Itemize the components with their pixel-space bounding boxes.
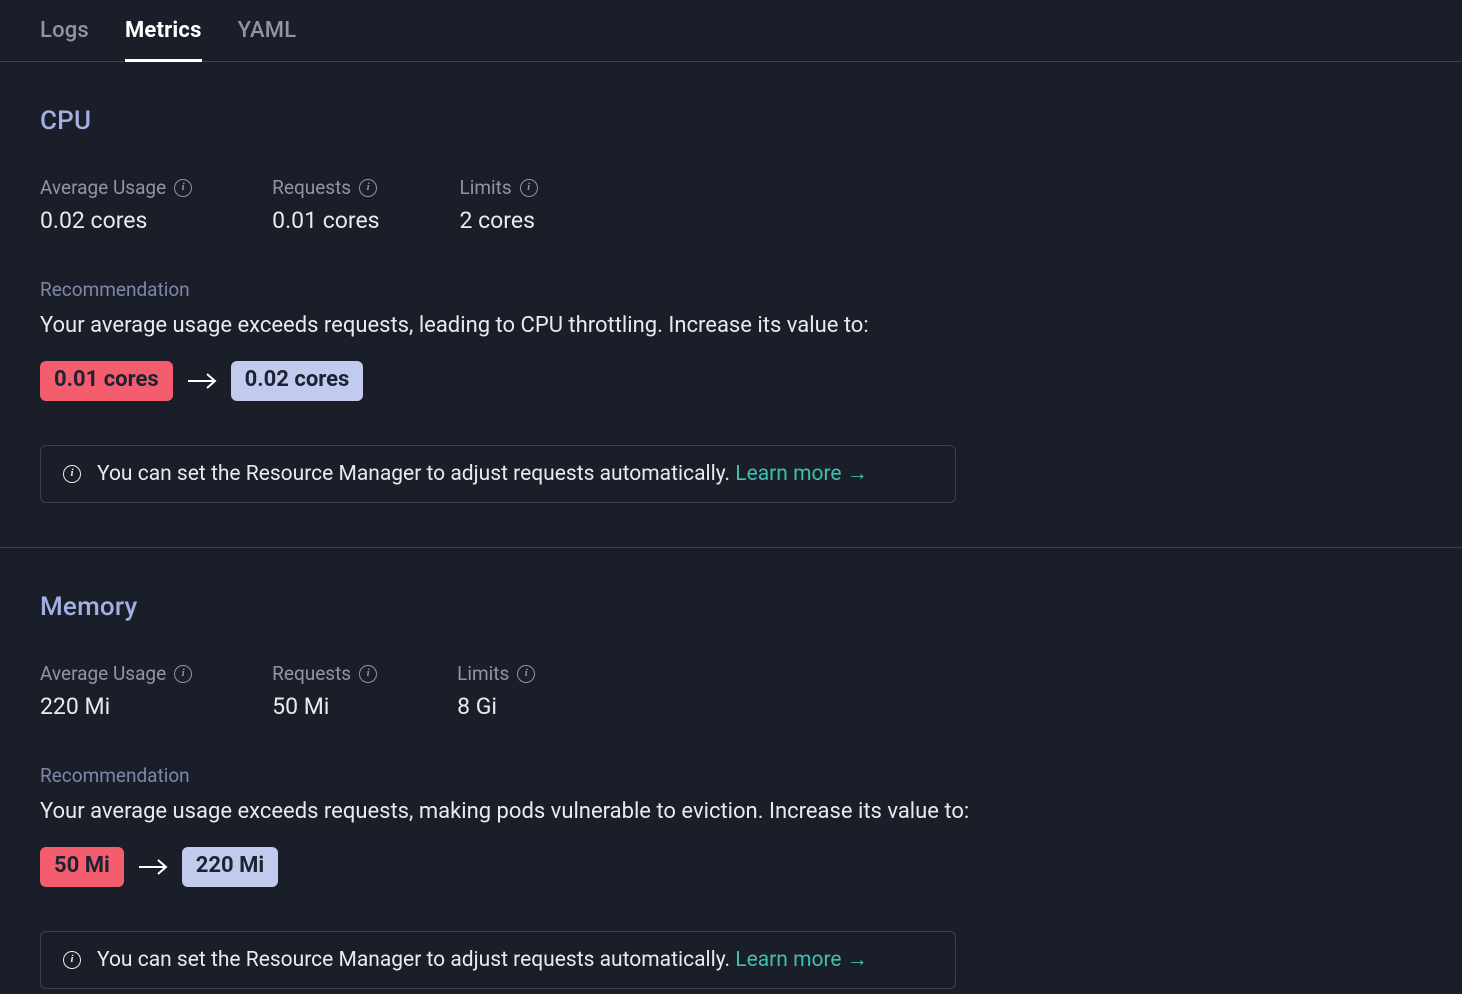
memory-to-value-pill: 220 Mi bbox=[182, 847, 278, 887]
memory-callout-text: You can set the Resource Manager to adju… bbox=[97, 948, 868, 972]
cpu-requests-label: Requests i bbox=[272, 176, 379, 199]
cpu-to-value-pill: 0.02 cores bbox=[231, 361, 364, 401]
limits-label-text: Limits bbox=[460, 176, 512, 199]
cpu-limits-stat: Limits i 2 cores bbox=[460, 176, 538, 234]
cpu-avg-usage-value: 0.02 cores bbox=[40, 207, 192, 234]
cpu-heading: CPU bbox=[40, 106, 1422, 136]
cpu-requests-stat: Requests i 0.01 cores bbox=[272, 176, 379, 234]
memory-callout-box: i You can set the Resource Manager to ad… bbox=[40, 931, 956, 989]
limits-label-text: Limits bbox=[457, 662, 509, 685]
memory-recommendation-text: Your average usage exceeds requests, mak… bbox=[40, 797, 1422, 827]
avg-usage-label-text: Average Usage bbox=[40, 176, 166, 199]
memory-stats-row: Average Usage i 220 Mi Requests i 50 Mi … bbox=[40, 662, 1422, 720]
learn-more-link[interactable]: Learn more → bbox=[735, 948, 867, 972]
memory-heading: Memory bbox=[40, 592, 1422, 622]
cpu-avg-usage-stat: Average Usage i 0.02 cores bbox=[40, 176, 192, 234]
memory-recommendation-pills: 50 Mi 220 Mi bbox=[40, 847, 1422, 887]
callout-message: You can set the Resource Manager to adju… bbox=[97, 462, 730, 486]
info-icon[interactable]: i bbox=[517, 665, 535, 683]
cpu-limits-value: 2 cores bbox=[460, 207, 538, 234]
info-icon: i bbox=[63, 465, 81, 483]
requests-label-text: Requests bbox=[272, 662, 351, 685]
memory-limits-label: Limits i bbox=[457, 662, 535, 685]
cpu-recommendation-pills: 0.01 cores 0.02 cores bbox=[40, 361, 1422, 401]
info-icon[interactable]: i bbox=[520, 179, 538, 197]
avg-usage-label-text: Average Usage bbox=[40, 662, 166, 685]
cpu-stats-row: Average Usage i 0.02 cores Requests i 0.… bbox=[40, 176, 1422, 234]
memory-from-value-pill: 50 Mi bbox=[40, 847, 124, 887]
memory-requests-stat: Requests i 50 Mi bbox=[272, 662, 377, 720]
cpu-section: CPU Average Usage i 0.02 cores Requests … bbox=[0, 62, 1462, 547]
memory-recommendation-heading: Recommendation bbox=[40, 764, 1422, 787]
cpu-callout-text: You can set the Resource Manager to adju… bbox=[97, 462, 868, 486]
memory-avg-usage-stat: Average Usage i 220 Mi bbox=[40, 662, 192, 720]
cpu-recommendation-heading: Recommendation bbox=[40, 278, 1422, 301]
learn-more-link[interactable]: Learn more → bbox=[735, 462, 867, 486]
info-icon[interactable]: i bbox=[359, 665, 377, 683]
memory-requests-value: 50 Mi bbox=[272, 693, 377, 720]
tabs-bar: Logs Metrics YAML bbox=[0, 0, 1462, 62]
info-icon: i bbox=[63, 951, 81, 969]
cpu-recommendation-text: Your average usage exceeds requests, lea… bbox=[40, 311, 1422, 341]
info-icon[interactable]: i bbox=[174, 179, 192, 197]
tab-logs[interactable]: Logs bbox=[40, 18, 89, 62]
arrow-right-icon bbox=[138, 859, 168, 875]
cpu-requests-value: 0.01 cores bbox=[272, 207, 379, 234]
cpu-avg-usage-label: Average Usage i bbox=[40, 176, 192, 199]
requests-label-text: Requests bbox=[272, 176, 351, 199]
memory-limits-stat: Limits i 8 Gi bbox=[457, 662, 535, 720]
memory-limits-value: 8 Gi bbox=[457, 693, 535, 720]
memory-requests-label: Requests i bbox=[272, 662, 377, 685]
tab-yaml[interactable]: YAML bbox=[238, 18, 297, 62]
cpu-limits-label: Limits i bbox=[460, 176, 538, 199]
cpu-callout-box: i You can set the Resource Manager to ad… bbox=[40, 445, 956, 503]
tab-metrics[interactable]: Metrics bbox=[125, 18, 202, 62]
info-icon[interactable]: i bbox=[359, 179, 377, 197]
memory-avg-usage-value: 220 Mi bbox=[40, 693, 192, 720]
arrow-right-icon bbox=[187, 373, 217, 389]
cpu-from-value-pill: 0.01 cores bbox=[40, 361, 173, 401]
memory-section: Memory Average Usage i 220 Mi Requests i… bbox=[0, 547, 1462, 994]
memory-avg-usage-label: Average Usage i bbox=[40, 662, 192, 685]
info-icon[interactable]: i bbox=[174, 665, 192, 683]
callout-message: You can set the Resource Manager to adju… bbox=[97, 948, 730, 972]
